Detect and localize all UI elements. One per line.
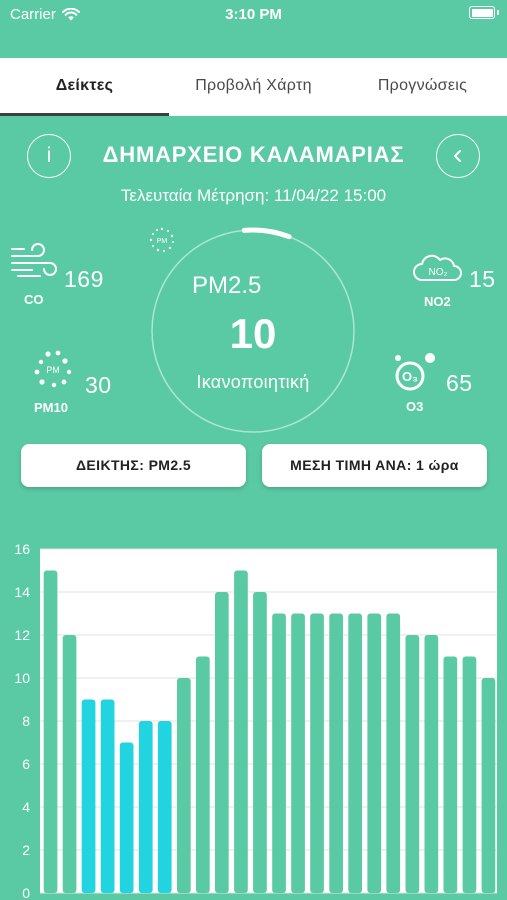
status-bar: Carrier 3:10 PM	[0, 0, 507, 30]
pollutant-co[interactable]: 169 CO	[10, 242, 120, 310]
particles-icon: PM	[34, 350, 72, 388]
tab-bar: Δείκτες Προβολή Χάρτη Προγνώσεις	[0, 58, 507, 116]
cloud-no2-icon: NO₂	[413, 254, 462, 281]
aqi-gauge: PM2.5 PM 10 Ικανοποιητική	[148, 226, 358, 436]
chart-bar[interactable]	[272, 613, 286, 894]
chart-bar[interactable]	[386, 613, 401, 894]
info-button[interactable]: i	[27, 134, 71, 178]
average-interval-button[interactable]: ΜΕΣΗ ΤΙΜΗ ΑΝΑ: 1 ώρα	[262, 444, 487, 487]
chart-bar[interactable]	[367, 613, 382, 894]
chart-bar[interactable]	[177, 678, 191, 893]
co-value: 169	[64, 266, 104, 292]
y-tick-label: 16	[14, 541, 30, 557]
pm-icon-text: PM	[157, 238, 168, 245]
tab-indicators[interactable]: Δείκτες	[0, 58, 169, 116]
y-tick-label: 4	[22, 799, 30, 815]
pm-particles-icon: PM	[149, 227, 174, 252]
chart-bar[interactable]	[157, 721, 172, 893]
co-label: CO	[24, 292, 44, 307]
chart-bar[interactable]	[481, 678, 496, 893]
chart-bar[interactable]	[62, 635, 77, 893]
pollutant-pm10[interactable]: PM 30 PM10	[32, 348, 122, 418]
wind-icon	[11, 243, 57, 277]
chevron-left-icon	[454, 150, 461, 162]
last-measurement: Τελευταία Μέτρηση: 11/04/22 15:00	[120, 186, 387, 205]
o3-icon-text: O₃	[402, 369, 418, 384]
chart-bar[interactable]	[291, 613, 305, 894]
chart-bar[interactable]	[81, 699, 96, 894]
chart-bar[interactable]	[443, 656, 458, 894]
no2-label: NO2	[424, 294, 451, 309]
pm10-label: PM10	[34, 400, 68, 415]
clock: 3:10 PM	[225, 6, 282, 23]
y-tick-label: 10	[14, 670, 30, 686]
gauge-pollutant-label: PM2.5	[192, 272, 262, 299]
y-tick-label: 6	[22, 756, 30, 772]
pollutant-o3[interactable]: O₃ 65 O3	[390, 350, 502, 416]
no2-icon-text: NO₂	[429, 267, 448, 278]
y-tick-label: 8	[22, 713, 30, 729]
chart-bar[interactable]	[100, 699, 115, 894]
chart-bar[interactable]	[310, 613, 324, 894]
chart-bar[interactable]	[119, 742, 134, 894]
pm10-value: 30	[85, 372, 112, 398]
battery-icon	[469, 6, 499, 19]
chart-bar[interactable]	[196, 656, 210, 894]
y-tick-label: 0	[22, 885, 30, 900]
no2-value: 15	[469, 266, 496, 292]
chart-bar[interactable]	[234, 570, 248, 894]
gauge-status: Ικανοποιητική	[196, 372, 310, 392]
chart-bar[interactable]	[329, 613, 343, 894]
chart-bar[interactable]	[253, 592, 267, 893]
chart-bar[interactable]	[348, 613, 362, 894]
chart-bar[interactable]	[43, 570, 58, 894]
chart-bar[interactable]	[462, 656, 477, 894]
pm10-icon-text: PM	[46, 365, 60, 375]
y-tick-label: 12	[14, 627, 30, 643]
o3-label: O3	[406, 399, 424, 414]
ozone-icon: O₃	[395, 353, 435, 391]
tab-map-view[interactable]: Προβολή Χάρτη	[169, 58, 338, 116]
pollutant-no2[interactable]: NO₂ 15 NO2	[412, 254, 502, 312]
gauge-value: 10	[229, 310, 277, 357]
y-tick-label: 2	[22, 842, 30, 858]
y-tick-label: 14	[14, 584, 30, 600]
indicator-selector-button[interactable]: ΔΕΙΚΤΗΣ: PM2.5	[21, 444, 246, 487]
chart-bar[interactable]	[215, 592, 229, 893]
info-icon: i	[46, 144, 52, 167]
station-name: ΔΗΜΑΡΧΕΙΟ ΚΑΛΑΜΑΡΙΑΣ	[102, 142, 405, 167]
chart-bar[interactable]	[405, 635, 420, 893]
o3-value: 65	[446, 370, 473, 396]
pm25-bar-chart: 0 2 4 6 8 10 12 14 16	[14, 541, 497, 900]
back-button[interactable]	[436, 134, 480, 178]
chart-bar[interactable]	[138, 721, 153, 893]
chart-bar[interactable]	[424, 635, 439, 893]
gauge-progress-arc	[241, 227, 292, 240]
tab-forecasts[interactable]: Προγνώσεις	[338, 58, 507, 116]
